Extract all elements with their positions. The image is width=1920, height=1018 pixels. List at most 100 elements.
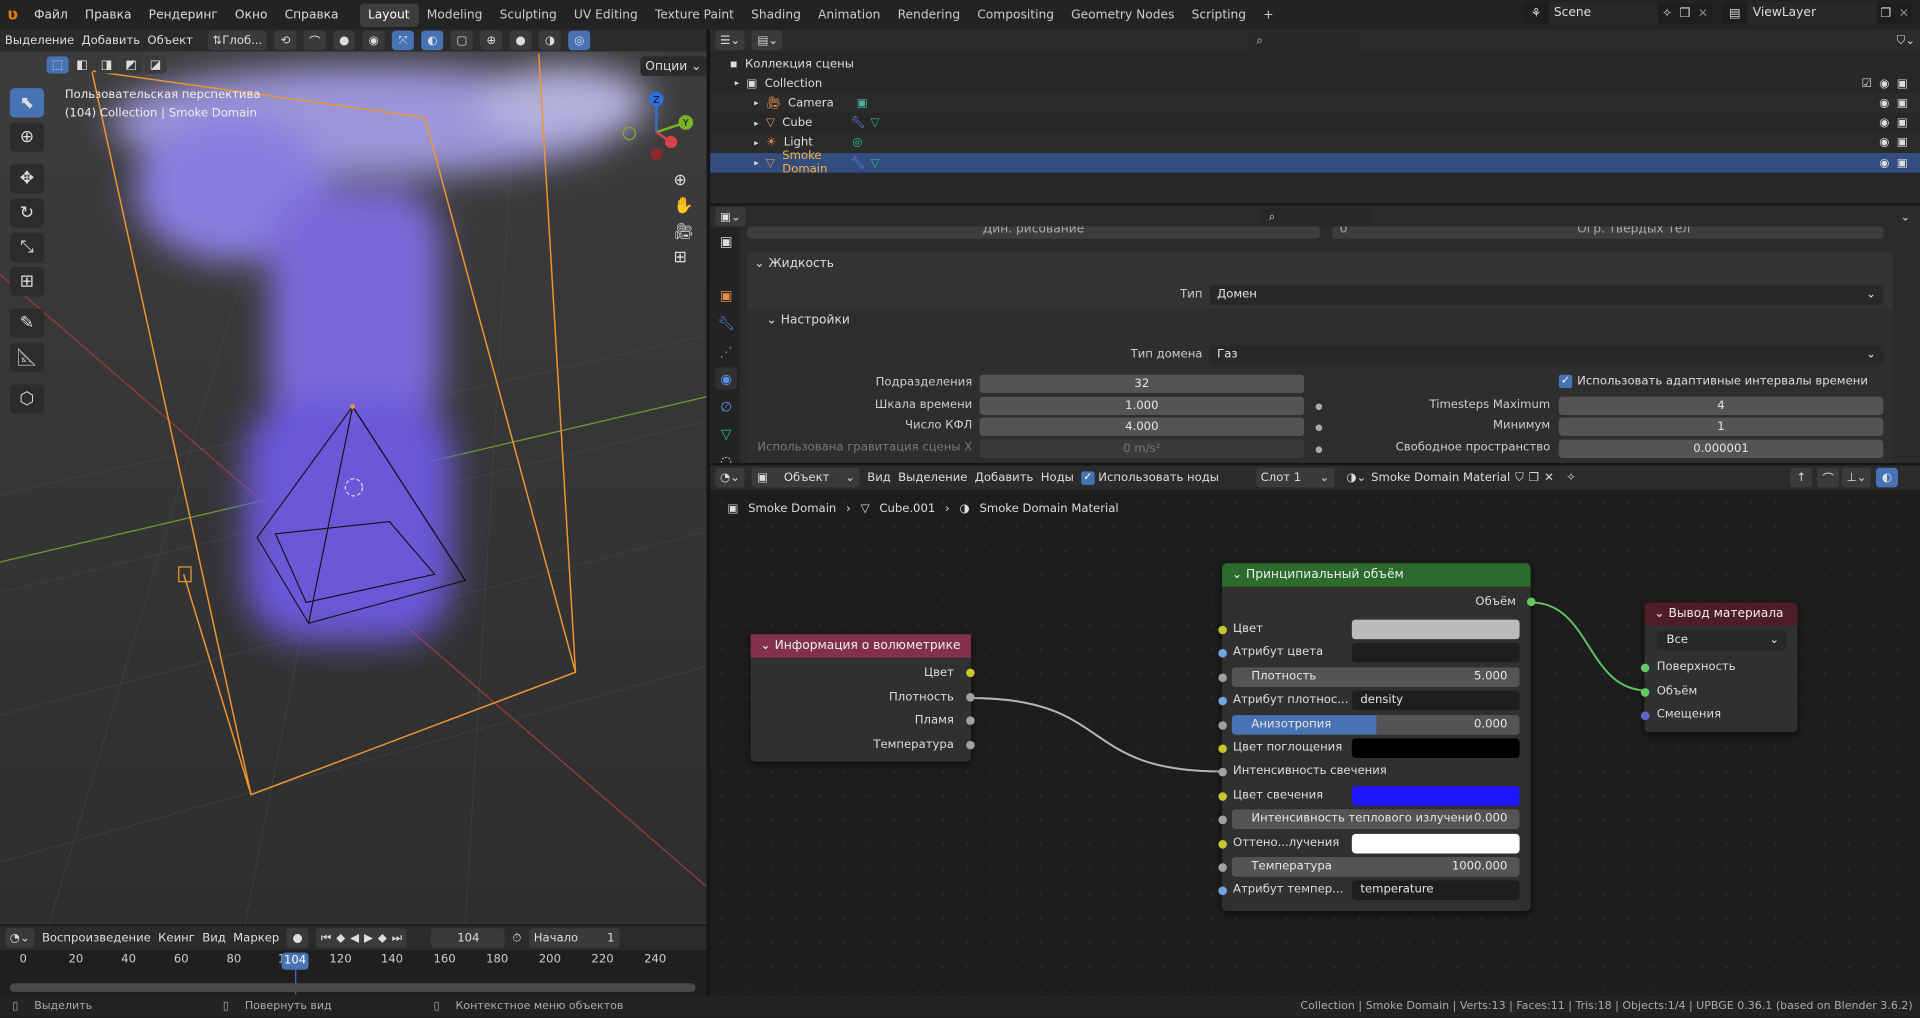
tab-shading[interactable]: Shading bbox=[743, 3, 810, 26]
shader-editor[interactable]: ◔⌄ ▣ Объект ⌄ Вид Выделение Добавить Ноды … bbox=[710, 465, 1920, 996]
input-socket[interactable] bbox=[1218, 768, 1227, 777]
input-socket[interactable] bbox=[1218, 696, 1227, 706]
node-header[interactable]: ⌄ Информация о волюметрике bbox=[750, 634, 972, 658]
view-layer-selector[interactable]: ▤ ViewLayer ❐ ✕ bbox=[1721, 2, 1913, 25]
menu-edit[interactable]: Правка bbox=[76, 8, 140, 21]
animate-property-dot-icon[interactable]: ● bbox=[1315, 422, 1322, 432]
new-view-layer-icon[interactable]: ❐ bbox=[1877, 7, 1895, 20]
number-field[interactable]: 0.000001 bbox=[1558, 438, 1884, 458]
eye-icon[interactable]: ◉ bbox=[1879, 136, 1889, 149]
prev-key-icon[interactable]: ◆ bbox=[336, 931, 345, 944]
menu-file[interactable]: Файл bbox=[25, 8, 76, 21]
tool-rotate[interactable]: ↻ bbox=[9, 198, 45, 228]
output-socket[interactable] bbox=[966, 716, 975, 725]
node-header[interactable]: ⌄ Принципиальный объём bbox=[1222, 563, 1531, 587]
viewport-menu-select[interactable]: Выделение bbox=[5, 34, 74, 47]
slider-field[interactable]: Интенсивность теплового излучени 0.000 bbox=[1231, 809, 1520, 830]
select-new-icon[interactable]: ⬚ bbox=[46, 56, 69, 74]
tab-texture-paint[interactable]: Texture Paint bbox=[646, 3, 742, 26]
timeline-scrollbar[interactable] bbox=[9, 983, 696, 992]
settings-section-header[interactable]: ⌄ Настройки bbox=[767, 313, 850, 326]
attribute-name-input[interactable] bbox=[1351, 643, 1520, 663]
input-socket[interactable] bbox=[1218, 720, 1227, 730]
current-frame-field[interactable]: 104 bbox=[431, 928, 506, 948]
3d-viewport[interactable]: Выделение Добавить Объект ⇅ Глоб... ⟲ ⌒ … bbox=[0, 29, 707, 925]
select-subtract-icon[interactable]: ◨ bbox=[95, 56, 118, 74]
output-socket[interactable] bbox=[966, 740, 975, 749]
grid-perspective-icon[interactable]: ⊞ bbox=[673, 249, 697, 267]
input-socket[interactable] bbox=[1218, 744, 1227, 754]
scene-selector[interactable]: ⚘ Scene ✧ ❐ ✕ bbox=[1523, 2, 1712, 25]
tab-material-icon[interactable]: ◌ bbox=[715, 449, 737, 462]
navigation-gizmo[interactable]: Z Y bbox=[612, 88, 700, 176]
output-volume-socket[interactable] bbox=[1526, 597, 1536, 607]
rigid-body-constraint-button[interactable]: 0 Огр. твердых тел bbox=[1332, 226, 1884, 239]
properties-search-input[interactable]: ⌕ bbox=[1261, 207, 1372, 226]
attribute-name-input[interactable]: density bbox=[1351, 690, 1520, 711]
render-camera-icon[interactable]: ▣ bbox=[1897, 136, 1908, 149]
color-swatch[interactable] bbox=[1351, 785, 1520, 806]
editor-type-clock-icon[interactable]: ◔⌄ bbox=[4, 928, 35, 948]
playback-menu[interactable]: Воспроизведение bbox=[42, 931, 151, 944]
input-socket[interactable] bbox=[1640, 711, 1650, 721]
menu-window[interactable]: Окно bbox=[226, 8, 276, 21]
number-field[interactable]: 32 bbox=[979, 374, 1305, 394]
timeline-ruler[interactable]: 0204060801120140160180200220240 bbox=[0, 953, 707, 970]
zoom-icon[interactable]: ⊕ bbox=[673, 171, 697, 189]
input-socket[interactable] bbox=[1218, 815, 1227, 825]
node-principled-volume[interactable]: ⌄ Принципиальный объём Объём Цвет Атрибут… bbox=[1218, 563, 1536, 912]
pin-icon[interactable]: ✧ bbox=[1658, 7, 1676, 20]
new-scene-icon[interactable]: ❐ bbox=[1676, 7, 1694, 20]
orientation-dropdown[interactable]: ⇅ Глоб... bbox=[207, 30, 268, 51]
camera-view-icon[interactable]: 🎥︎ bbox=[673, 223, 697, 241]
tab-particles-icon[interactable]: ⋰ bbox=[715, 340, 737, 362]
add-workspace-button[interactable]: + bbox=[1255, 3, 1282, 26]
tool-annotate[interactable]: ✎ bbox=[9, 308, 45, 338]
node-volume-info[interactable]: ⌄ Информация о волюметрике Цвет Плотность… bbox=[750, 634, 975, 762]
number-field[interactable]: 1.000 bbox=[979, 396, 1305, 415]
input-socket[interactable] bbox=[1218, 649, 1227, 659]
input-socket[interactable] bbox=[1218, 791, 1227, 801]
tab-render-icon[interactable]: ▣ bbox=[715, 230, 737, 252]
shading-material-icon[interactable]: ◑ bbox=[538, 30, 562, 51]
tool-select-box[interactable]: ⬉ bbox=[9, 88, 45, 118]
outliner-item[interactable]: ▸ ▽ Cube 🔧︎ ▽ ◉ ▣ bbox=[710, 113, 1920, 133]
tool-transform[interactable]: ⊞ bbox=[9, 266, 45, 297]
editor-type-outliner-icon[interactable]: ☰⌄ bbox=[715, 30, 746, 51]
blender-logo-icon[interactable]: ʋ bbox=[7, 6, 18, 24]
render-camera-icon[interactable]: ▣ bbox=[1897, 77, 1908, 90]
exclude-checkbox-icon[interactable]: ☑ bbox=[1861, 77, 1871, 90]
render-camera-icon[interactable]: ▣ bbox=[1897, 116, 1908, 129]
options-dropdown[interactable]: Опции ⌄ bbox=[640, 56, 707, 76]
menu-render[interactable]: Рендеринг bbox=[140, 8, 226, 21]
node-material-output[interactable]: ⌄ Вывод материала Все ⌄ Поверхность Объём С… bbox=[1640, 602, 1798, 733]
color-swatch[interactable] bbox=[1351, 738, 1520, 758]
input-socket[interactable] bbox=[1218, 673, 1227, 682]
slider-field[interactable]: Температура 1000.000 bbox=[1231, 857, 1520, 877]
select-intersect-icon[interactable]: ◪ bbox=[144, 56, 167, 74]
shading-rendered-icon[interactable]: ◎ bbox=[568, 30, 591, 51]
expand-arrow-icon[interactable]: ▸ bbox=[735, 78, 739, 88]
input-socket[interactable] bbox=[1218, 887, 1227, 896]
render-camera-icon[interactable]: ▣ bbox=[1897, 96, 1908, 109]
input-socket[interactable] bbox=[1218, 839, 1227, 849]
shading-solid-icon[interactable]: ● bbox=[509, 30, 532, 51]
animate-property-dot-icon[interactable]: ● bbox=[1315, 444, 1322, 454]
expand-arrow-icon[interactable]: ▸ bbox=[754, 98, 758, 108]
node-header[interactable]: ⌄ Вывод материала bbox=[1644, 602, 1798, 626]
attribute-name-input[interactable]: temperature bbox=[1351, 880, 1520, 901]
tab-geometry-nodes[interactable]: Geometry Nodes bbox=[1063, 3, 1183, 26]
input-socket[interactable] bbox=[1218, 863, 1227, 872]
close-icon[interactable]: ✕ bbox=[1694, 7, 1712, 20]
select-invert-icon[interactable]: ◩ bbox=[120, 56, 143, 74]
marker-menu[interactable]: Маркер bbox=[233, 931, 279, 944]
scene-name[interactable]: Scene bbox=[1548, 2, 1659, 25]
overlay-toggle-icon[interactable]: ◐ bbox=[421, 30, 444, 51]
tool-add-cube[interactable]: ⬡ bbox=[9, 384, 45, 414]
tab-animation[interactable]: Animation bbox=[809, 3, 889, 26]
expand-arrow-icon[interactable]: ▸ bbox=[754, 118, 758, 128]
tab-data-icon[interactable]: ▽ bbox=[715, 422, 737, 444]
tab-physics-icon[interactable]: ◉ bbox=[715, 367, 738, 390]
play-reverse-icon[interactable]: ◀ bbox=[350, 931, 359, 944]
snap-icon[interactable]: ⌒ bbox=[303, 30, 326, 51]
